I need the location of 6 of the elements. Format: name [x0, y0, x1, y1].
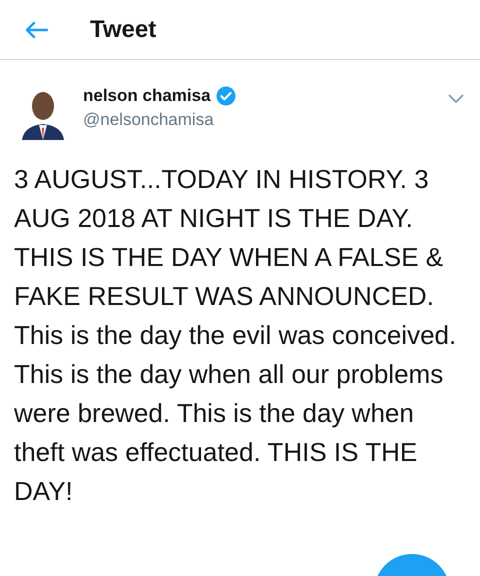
tweet-text: 3 AUGUST...TODAY IN HISTORY. 3 AUG 2018 AT NIGHT IS THE DAY. THIS IS THE DAY WHEN A FALSE & FAKE RESULT WAS ANNOUNCED. This is the day the evil was conceived. This is the day when all our problems were brewed. This is the day when theft was effectuated. THIS IS THE DAY!	[14, 163, 458, 508]
author-name[interactable]: nelson chamisa	[83, 86, 211, 106]
page-title: Tweet	[90, 16, 156, 44]
back-icon[interactable]	[24, 20, 48, 38]
author-handle[interactable]: @nelsonchamisa	[83, 110, 448, 130]
chevron-down-icon[interactable]	[448, 94, 464, 104]
